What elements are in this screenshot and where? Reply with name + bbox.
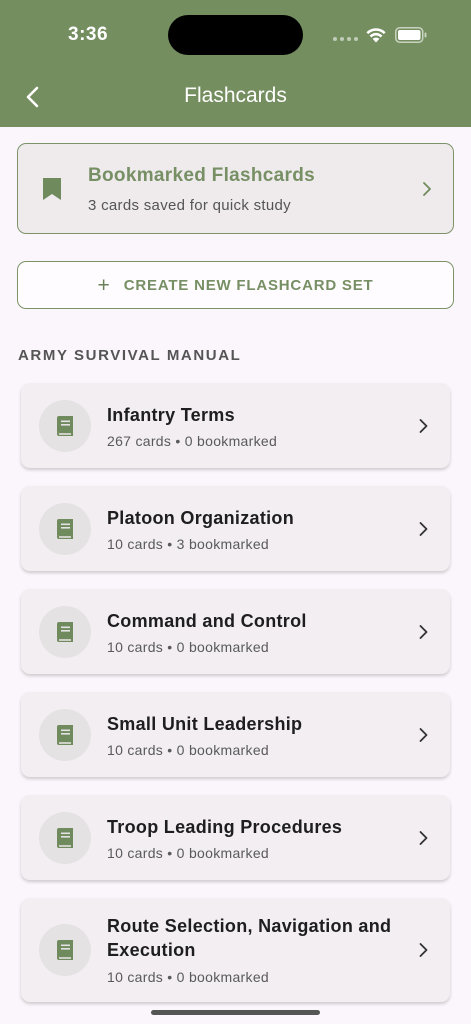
book-icon bbox=[57, 725, 73, 745]
set-icon-circle bbox=[39, 709, 91, 761]
set-meta: 10 cards • 0 bookmarked bbox=[107, 969, 269, 985]
flashcard-set-card[interactable]: Route Selection, Navigation and Executio… bbox=[21, 898, 450, 1002]
flashcard-set-card[interactable]: Command and Control 10 cards • 0 bookmar… bbox=[21, 589, 450, 674]
chevron-right-icon bbox=[423, 182, 431, 196]
dynamic-island bbox=[168, 15, 303, 55]
flashcard-set-card[interactable]: Infantry Terms 267 cards • 0 bookmarked bbox=[21, 383, 450, 468]
set-icon-circle bbox=[39, 812, 91, 864]
set-title: Command and Control bbox=[107, 611, 307, 631]
book-icon bbox=[57, 416, 73, 436]
bookmarked-title: Bookmarked Flashcards bbox=[88, 165, 315, 186]
home-indicator[interactable] bbox=[151, 1010, 320, 1015]
chevron-right-icon bbox=[419, 522, 428, 536]
bookmarked-flashcards-card[interactable]: Bookmarked Flashcards 3 cards saved for … bbox=[17, 143, 454, 234]
chevron-right-icon bbox=[419, 728, 428, 742]
page-title: Flashcards bbox=[184, 84, 287, 107]
create-button-label: CREATE NEW FLASHCARD SET bbox=[123, 276, 374, 294]
set-meta: 10 cards • 3 bookmarked bbox=[107, 536, 269, 552]
flashcard-set-card[interactable]: Platoon Organization 10 cards • 3 bookma… bbox=[21, 486, 450, 571]
book-icon bbox=[57, 519, 73, 539]
set-title: Small Unit Leadership bbox=[107, 714, 303, 734]
set-title: Troop Leading Procedures bbox=[107, 817, 343, 837]
plus-icon: + bbox=[97, 273, 110, 297]
bookmark-icon bbox=[43, 178, 61, 200]
set-title: Route Selection, Navigation and Executio… bbox=[107, 916, 392, 960]
status-time: 3:36 bbox=[68, 24, 109, 45]
set-meta: 10 cards • 0 bookmarked bbox=[107, 742, 269, 758]
wifi-icon bbox=[366, 28, 386, 43]
chevron-right-icon bbox=[419, 625, 428, 639]
set-meta: 10 cards • 0 bookmarked bbox=[107, 639, 269, 655]
cellular-signal-icon bbox=[333, 37, 358, 41]
set-icon-circle bbox=[39, 503, 91, 555]
book-icon bbox=[57, 828, 73, 848]
section-title: ARMY SURVIVAL MANUAL bbox=[18, 347, 242, 364]
flashcard-set-card[interactable]: Troop Leading Procedures 10 cards • 0 bo… bbox=[21, 795, 450, 880]
chevron-right-icon bbox=[419, 943, 428, 957]
app-header: 3:36 Flashcards bbox=[0, 0, 471, 127]
set-meta: 267 cards • 0 bookmarked bbox=[107, 433, 278, 449]
battery-icon bbox=[395, 27, 427, 43]
set-icon-circle bbox=[39, 606, 91, 658]
set-title: Platoon Organization bbox=[107, 508, 295, 528]
set-icon-circle bbox=[39, 924, 91, 976]
book-icon bbox=[57, 940, 73, 960]
chevron-right-icon bbox=[419, 831, 428, 845]
flashcard-set-card[interactable]: Small Unit Leadership 10 cards • 0 bookm… bbox=[21, 692, 450, 777]
book-icon bbox=[57, 622, 73, 642]
set-icon-circle bbox=[39, 400, 91, 452]
set-title: Infantry Terms bbox=[107, 405, 235, 425]
set-meta: 10 cards • 0 bookmarked bbox=[107, 845, 269, 861]
create-flashcard-set-button[interactable]: + CREATE NEW FLASHCARD SET bbox=[17, 261, 454, 309]
bookmarked-subtitle: 3 cards saved for quick study bbox=[88, 197, 291, 214]
chevron-right-icon bbox=[419, 419, 428, 433]
